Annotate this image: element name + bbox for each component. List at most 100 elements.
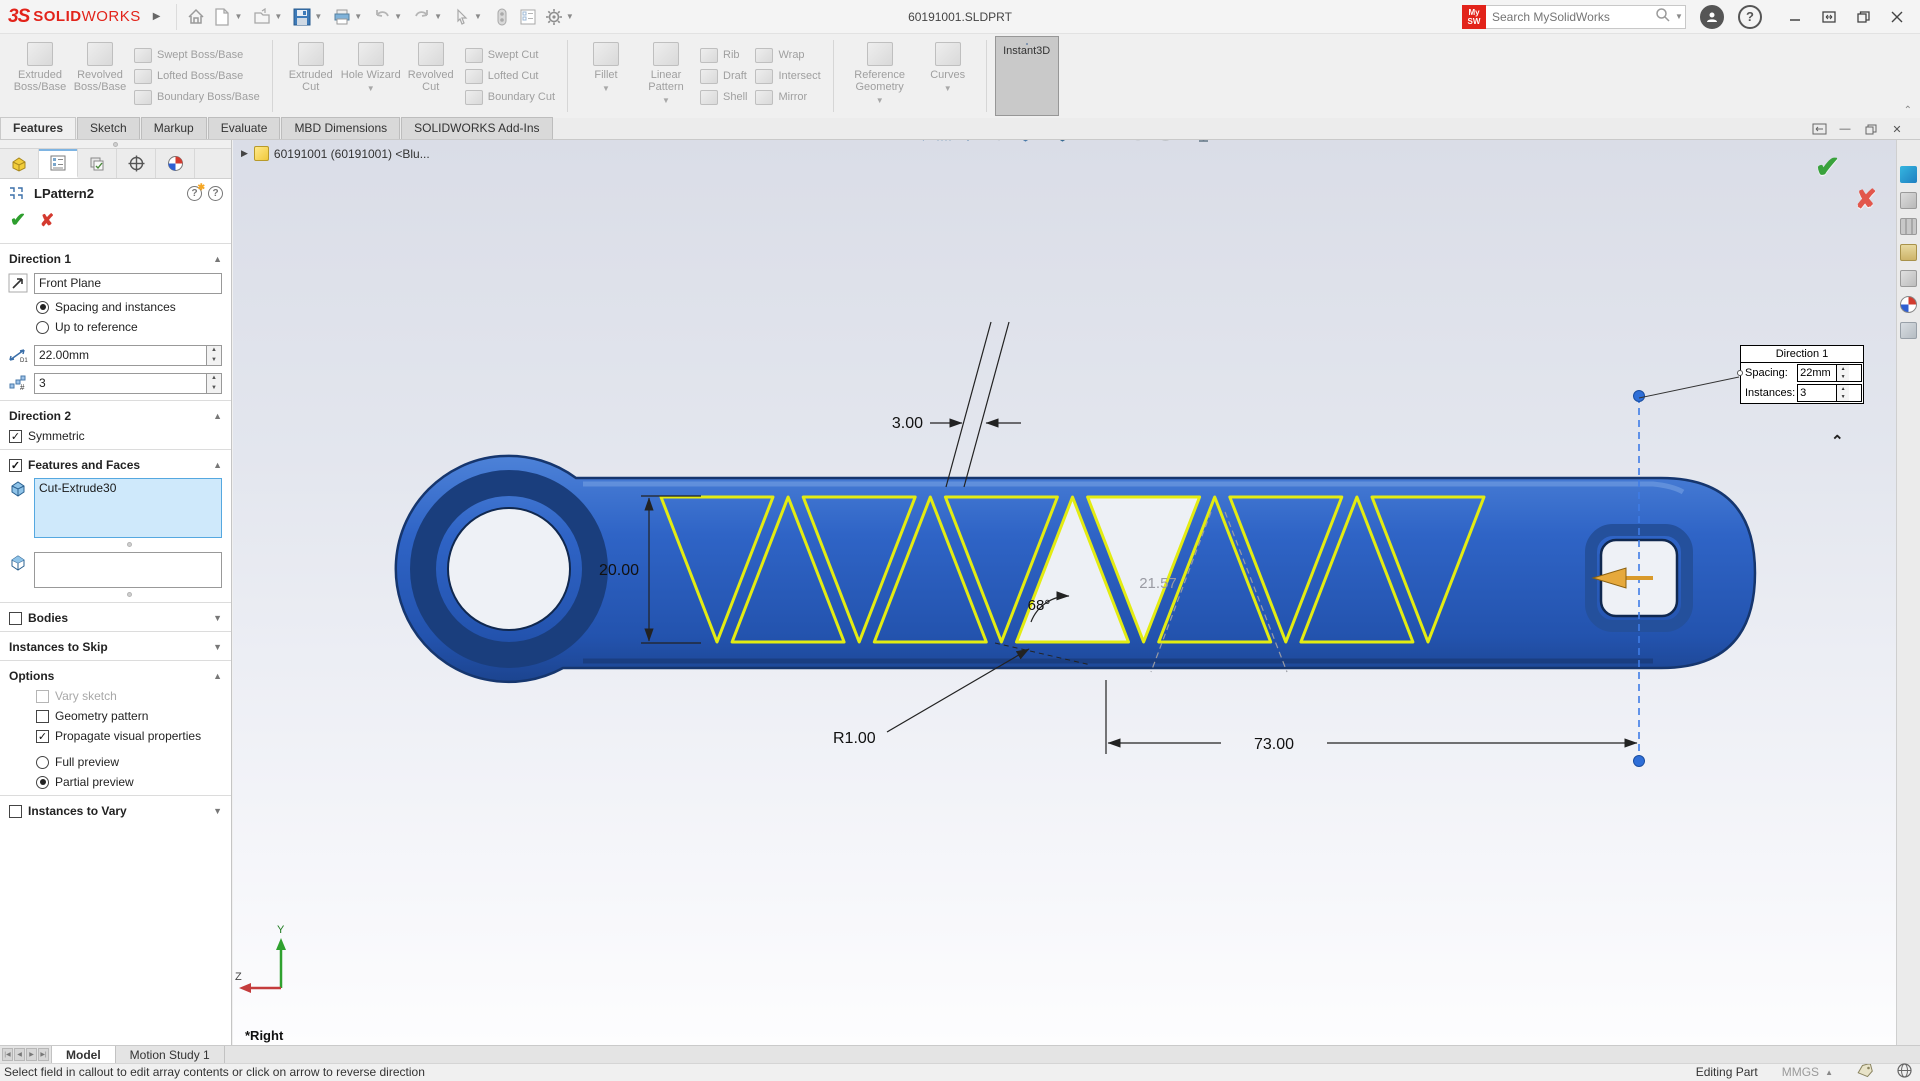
instances-field[interactable]	[34, 372, 207, 394]
dimension-length[interactable]: 73.00	[1105, 680, 1638, 754]
zoom-to-area-button[interactable]	[932, 140, 957, 145]
feature-tree-item[interactable]: ▶ 60191001 (60191001) <Blu...	[241, 146, 430, 161]
rib-button[interactable]: Rib	[700, 45, 747, 66]
search-icon[interactable]	[1653, 7, 1673, 26]
close-button[interactable]	[1880, 3, 1914, 31]
configuration-manager-tab[interactable]	[78, 149, 117, 178]
previous-view-button[interactable]	[959, 140, 984, 145]
chevron-down-icon[interactable]: ▼	[602, 83, 610, 95]
chevron-down-icon[interactable]: ▼	[876, 95, 884, 107]
units-selector[interactable]: MMGS ▲	[1782, 1065, 1833, 1079]
propagate-visual-properties-checkbox[interactable]: ✓ Propagate visual properties	[0, 726, 231, 746]
features-faces-section-header[interactable]: ✓ Features and Faces ▲	[0, 453, 231, 475]
taskpane-file-explorer-icon[interactable]	[1900, 244, 1917, 261]
chevron-down-icon[interactable]: ▼	[944, 83, 952, 95]
partial-preview-radio[interactable]: Partial preview	[0, 772, 231, 792]
chevron-down-icon[interactable]: ▼	[662, 95, 670, 107]
menu-expander-icon[interactable]: ▶	[151, 11, 171, 22]
search-input[interactable]	[1486, 9, 1653, 24]
symmetric-checkbox[interactable]: ✓ Symmetric	[0, 426, 231, 446]
callout-spacing-input[interactable]	[1798, 365, 1837, 381]
minimize-button[interactable]	[1778, 3, 1812, 31]
doc-minimize-icon[interactable]: —	[1832, 119, 1858, 139]
extruded-cut-button[interactable]: Extruded Cut	[281, 36, 341, 116]
reverse-direction-button[interactable]: ⌃	[1831, 432, 1844, 450]
list-resize-handle[interactable]	[127, 592, 132, 597]
extruded-boss-button[interactable]: Extruded Boss/Base	[10, 36, 70, 116]
redo-button[interactable]: ▼	[410, 4, 448, 30]
faces-to-pattern-list[interactable]	[34, 552, 222, 588]
user-account-icon[interactable]	[1700, 4, 1724, 29]
boundary-cut-button[interactable]: Boundary Cut	[464, 87, 555, 108]
chevron-down-icon[interactable]: ▼	[354, 12, 362, 21]
taskpane-design-library-icon[interactable]	[1900, 218, 1917, 235]
confirmation-cancel-button[interactable]: ✘	[1855, 184, 1889, 214]
chevron-down-icon[interactable]: ▼	[1675, 12, 1683, 21]
features-to-pattern-list[interactable]: Cut-Extrude30	[34, 478, 222, 538]
span-displays-button[interactable]	[1812, 3, 1846, 31]
restore-button[interactable]	[1846, 3, 1880, 31]
lofted-boss-button[interactable]: Lofted Boss/Base	[134, 66, 260, 87]
model-tab[interactable]: Model	[51, 1046, 116, 1063]
draft-button[interactable]: Draft	[700, 66, 747, 87]
pm-help-icon[interactable]: ?	[208, 185, 223, 201]
reference-geometry-button[interactable]: Reference Geometry ▼	[842, 36, 918, 116]
file-properties-button[interactable]	[516, 4, 540, 30]
chevron-down-icon[interactable]: ▼	[367, 83, 375, 95]
curves-button[interactable]: Curves ▼	[918, 36, 978, 116]
tab-solidworks-addins[interactable]: SOLIDWORKS Add-Ins	[401, 117, 553, 139]
cancel-button[interactable]: ✘	[40, 211, 54, 231]
spacing-stepper[interactable]: ▲ ▼	[207, 344, 222, 366]
help-icon[interactable]: ?	[1738, 4, 1762, 29]
chevron-down-icon[interactable]: ▼	[234, 12, 242, 21]
new-document-button[interactable]: ▼	[210, 4, 248, 30]
taskpane-custom-properties-icon[interactable]	[1900, 322, 1917, 339]
hide-show-items-button[interactable]: ▼	[1087, 140, 1124, 145]
callout-instances-input[interactable]	[1798, 385, 1837, 401]
tab-markup[interactable]: Markup	[140, 117, 207, 139]
graphics-viewport[interactable]: 3.00 20.00 68° 21.57 R1.00 73.00 Y Z ▶ 6…	[233, 140, 1896, 1045]
left-hole[interactable]	[447, 507, 571, 631]
spacing-instances-radio[interactable]: Spacing and instances	[0, 297, 231, 317]
expand-arrow-icon[interactable]: ▶	[241, 148, 248, 159]
chevron-down-icon[interactable]: ▼	[274, 12, 282, 21]
first-tab-icon[interactable]: |◀	[2, 1048, 13, 1061]
apply-scene-button[interactable]: ▼	[1153, 140, 1188, 145]
intersect-button[interactable]: Intersect	[755, 66, 821, 87]
open-button[interactable]: ▼	[250, 4, 288, 30]
display-style-button[interactable]: ▼	[1050, 140, 1085, 145]
wrap-button[interactable]: Wrap	[755, 45, 820, 66]
instances-to-skip-section-header[interactable]: Instances to Skip ▼	[0, 635, 231, 657]
undo-button[interactable]: ▼	[370, 4, 408, 30]
chevron-down-icon[interactable]: ▼	[474, 12, 482, 21]
taskpane-view-palette-icon[interactable]	[1900, 270, 1917, 287]
tag-icon[interactable]	[1857, 1062, 1873, 1081]
dimension-width[interactable]: 3.00	[892, 321, 1021, 488]
chevron-down-icon[interactable]: ▼	[434, 12, 442, 21]
touch-mode-button[interactable]	[490, 4, 514, 30]
whats-new-help-icon[interactable]: ? ✱	[187, 182, 205, 201]
ribbon-collapse-icon[interactable]: ⌃	[1904, 105, 1912, 116]
tab-evaluate[interactable]: Evaluate	[207, 117, 281, 139]
chevron-down-icon[interactable]: ▼	[566, 12, 574, 21]
taskpane-appearances-icon[interactable]	[1900, 296, 1917, 313]
lofted-cut-button[interactable]: Lofted Cut	[464, 66, 555, 87]
up-to-reference-radio[interactable]: Up to reference	[0, 317, 231, 337]
list-resize-handle[interactable]	[127, 542, 132, 547]
spacing-field[interactable]	[34, 344, 207, 366]
bodies-section-header[interactable]: Bodies ▼	[0, 606, 231, 628]
callout-instances-stepper[interactable]: ▲ ▼	[1836, 385, 1850, 401]
instant3d-button[interactable]: Instant3D	[994, 36, 1059, 116]
zoom-to-fit-button[interactable]	[905, 140, 930, 145]
mirror-button[interactable]: Mirror	[755, 87, 820, 108]
linear-pattern-button[interactable]: Linear Pattern ▼	[636, 36, 696, 116]
motion-study-tab[interactable]: Motion Study 1	[116, 1046, 225, 1063]
construction-endpoint[interactable]	[1633, 390, 1645, 402]
save-button[interactable]: ▼	[290, 4, 328, 30]
doc-restore-icon[interactable]	[1858, 119, 1884, 139]
chevron-down-icon[interactable]: ▼	[394, 12, 402, 21]
section-view-button[interactable]	[986, 140, 1011, 145]
options-section-header[interactable]: Options ▲	[0, 664, 231, 686]
display-manager-tab[interactable]	[156, 149, 195, 178]
property-manager-tab[interactable]	[39, 149, 78, 178]
